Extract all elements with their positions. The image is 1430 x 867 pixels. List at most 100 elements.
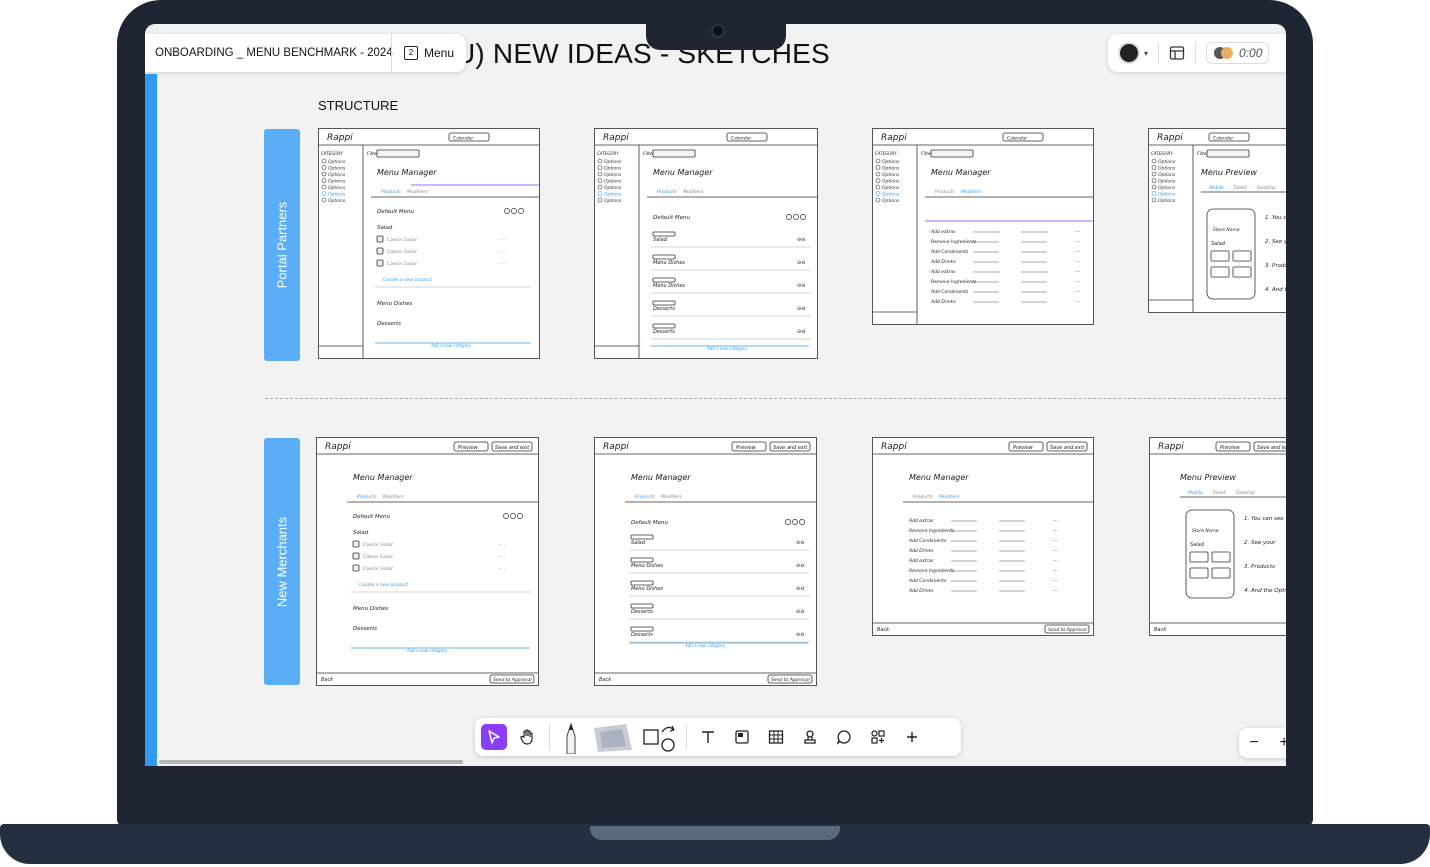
sketch-frame[interactable]: Rappi Preview Save and exit Back Send to App… bbox=[872, 437, 1094, 636]
sketch-more: ··· · bbox=[499, 250, 507, 255]
sketch-bullet bbox=[597, 165, 603, 170]
sketch-filter-box bbox=[1206, 149, 1250, 158]
sketch-action-circle bbox=[800, 214, 806, 220]
camera-icon bbox=[711, 24, 725, 38]
sketch-category: Menu Dishes bbox=[653, 283, 685, 289]
sketch-filter-box bbox=[652, 149, 696, 158]
sketch-approval-label: Send to Approval bbox=[493, 677, 533, 683]
sketch-option: Options bbox=[882, 179, 900, 185]
sketch-tab: Modifiers bbox=[939, 494, 960, 500]
sketch-action-circle bbox=[793, 214, 799, 220]
sketch-product-card bbox=[1210, 266, 1230, 278]
sketch-modifier: Add Drinks bbox=[930, 299, 956, 305]
timer[interactable]: 0:00 bbox=[1206, 42, 1270, 64]
sketch-option: Options bbox=[1158, 172, 1176, 178]
sketch-canvas: Rappi CalendarCATEGORYOptionsOptionsOptio… bbox=[319, 132, 539, 358]
sketch-frame[interactable]: Rappi Preview Save and exit Back Send to App… bbox=[316, 437, 539, 686]
sketch-category: Salad bbox=[377, 225, 393, 231]
zoom-in-button[interactable]: + bbox=[1269, 734, 1286, 752]
cursor-icon bbox=[488, 730, 500, 744]
sketch-default-menu: Default Menu bbox=[353, 514, 390, 520]
sketch-category: Menu Dishes bbox=[653, 260, 685, 266]
components-tool[interactable] bbox=[865, 724, 891, 750]
toolbar-divider bbox=[1158, 42, 1160, 64]
sketch-tag bbox=[652, 300, 676, 306]
sketch-bullet bbox=[875, 158, 881, 164]
frame-tool[interactable] bbox=[729, 724, 755, 750]
sketch-category: Desserts bbox=[353, 626, 377, 632]
sketch-category: Salad bbox=[631, 540, 646, 546]
table-tool[interactable] bbox=[763, 724, 789, 750]
sketch-frame[interactable]: Rappi Preview Save and exit Back Menu Previe… bbox=[1149, 437, 1286, 636]
sketch-back-label: Back bbox=[1154, 627, 1167, 633]
plus-icon bbox=[907, 732, 917, 742]
hand-tool[interactable] bbox=[515, 724, 541, 750]
sketch-more: ··· · bbox=[498, 567, 506, 572]
sketch-frame[interactable]: Rappi Preview Save and exit Back Send to App… bbox=[594, 437, 817, 686]
comment-tool[interactable] bbox=[831, 724, 857, 750]
sketch-frame[interactable]: Rappi Calendar CATEGORY Options Options Optio… bbox=[872, 128, 1094, 325]
sketch-default-menu: Default Menu bbox=[377, 209, 414, 215]
sketch-more: ··· bbox=[1053, 578, 1058, 584]
sketch-logo: Rappi bbox=[327, 133, 353, 143]
chevron-down-icon[interactable]: ▾ bbox=[1144, 49, 1148, 58]
zoom-out-button[interactable]: − bbox=[1239, 734, 1269, 752]
avatar[interactable] bbox=[1118, 42, 1140, 64]
sketch-action-circle bbox=[799, 519, 805, 525]
sketch-frame[interactable]: Rappi Calendar CATEGORY Options Options Optio… bbox=[594, 128, 818, 359]
text-tool[interactable] bbox=[695, 724, 721, 750]
pen-tool[interactable] bbox=[558, 720, 584, 754]
sketch-default-menu: Default Menu bbox=[653, 215, 690, 221]
shape-tool[interactable] bbox=[642, 724, 678, 752]
sketch-more: ··· bbox=[1075, 229, 1080, 235]
sketch-product-thumb bbox=[376, 235, 384, 243]
sketch-default-menu: Default Menu bbox=[631, 520, 668, 526]
row-label-new-merchants[interactable]: New Merchants bbox=[264, 438, 300, 685]
sketch-category: Menu Dishes bbox=[631, 586, 663, 592]
row-label-portal-partners[interactable]: Portal Partners bbox=[264, 129, 300, 361]
sketch-product-thumb bbox=[376, 247, 384, 255]
sketch-option: Options bbox=[604, 198, 622, 204]
sketch-option: Options bbox=[1158, 192, 1176, 198]
horizontal-scrollbar[interactable] bbox=[159, 760, 463, 764]
sketch-option: Options bbox=[1158, 166, 1176, 172]
sketch-more: ··· bbox=[1075, 289, 1080, 295]
sketch-bullet bbox=[321, 165, 327, 170]
sketch-option: Options bbox=[604, 159, 622, 165]
sketch-tab: Modifiers bbox=[961, 189, 982, 195]
sketch-bullet bbox=[875, 197, 881, 203]
sketch-option: Options bbox=[328, 198, 346, 204]
sketch-modifier: Add extras bbox=[930, 229, 956, 235]
sketch-product-card bbox=[1232, 266, 1252, 278]
layout-icon[interactable] bbox=[1169, 45, 1185, 61]
sketch-tab: Products bbox=[357, 494, 377, 500]
stamp-tool[interactable] bbox=[797, 724, 823, 750]
shapes-icon bbox=[643, 725, 675, 752]
sketch-frame[interactable]: Rappi Calendar CATEGORY Options Options Optio… bbox=[318, 128, 540, 359]
sketch-category: Desserts bbox=[377, 321, 401, 327]
sketch-bullet bbox=[321, 191, 327, 196]
sketch-modifier: Add Condiments bbox=[930, 289, 969, 295]
sketch-back-label: Back bbox=[877, 627, 890, 633]
menu-button[interactable]: 2 Menu bbox=[392, 46, 454, 60]
sketch-frame[interactable]: Rappi Calendar CATEGORY Options Options Optio… bbox=[1148, 128, 1286, 313]
sketch-logo: Rappi bbox=[1158, 442, 1184, 452]
sketch-heading: Menu Manager bbox=[931, 168, 991, 177]
sketch-note: 4. And the Options bbox=[1244, 588, 1286, 594]
add-tool[interactable] bbox=[899, 724, 925, 750]
sticky-note-tool[interactable] bbox=[592, 722, 634, 752]
sketch-more: ··· bbox=[1053, 558, 1058, 564]
components-icon bbox=[871, 730, 885, 744]
sketch-option: Options bbox=[882, 166, 900, 172]
sketch-option: Options bbox=[604, 166, 622, 172]
sketch-more: ⊖⊖ bbox=[797, 306, 805, 312]
sketch-more: ··· bbox=[1075, 269, 1080, 275]
select-tool[interactable] bbox=[481, 724, 507, 750]
sketch-canvas: Rappi CalendarCATEGORYOptionsOptionsOptio… bbox=[595, 132, 817, 358]
sketch-more: ··· bbox=[1053, 538, 1058, 544]
sketch-modifier: Remove Ingredients bbox=[931, 279, 977, 285]
zoom-controls: − + bbox=[1239, 728, 1286, 758]
document-name[interactable]: ONBOARDING _ MENU BENCHMARK - 2024 bbox=[145, 47, 393, 59]
sketch-more: ··· bbox=[1053, 518, 1058, 524]
sketch-create-product: Create a new product bbox=[359, 582, 408, 588]
